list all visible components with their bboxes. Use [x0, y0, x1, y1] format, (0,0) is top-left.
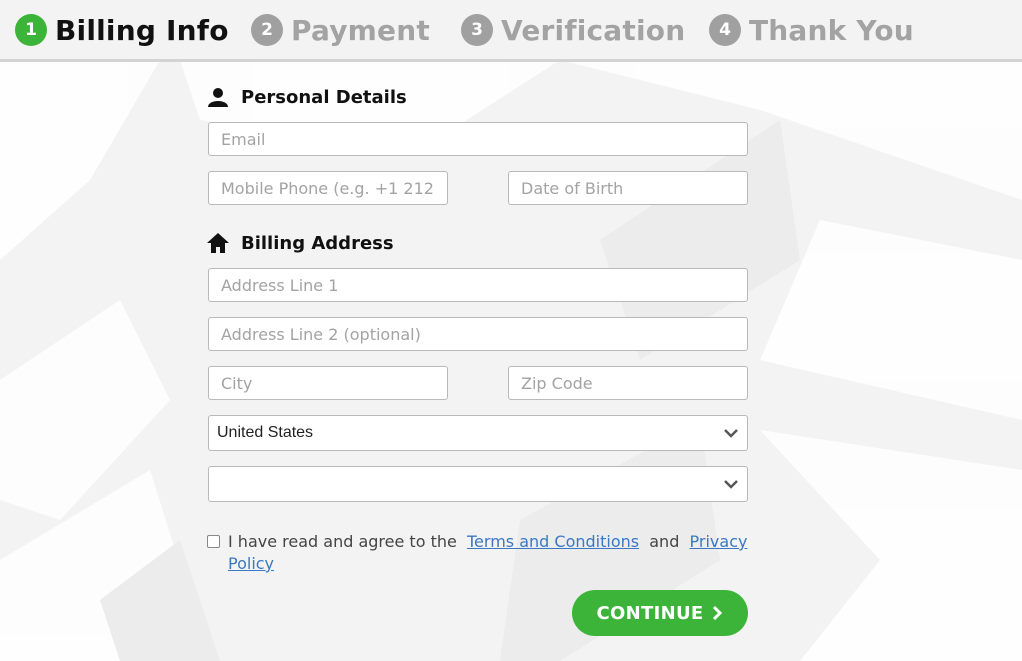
step-number: 1 — [15, 14, 47, 46]
address-line-1-field[interactable] — [208, 268, 748, 302]
step-number: 2 — [251, 14, 283, 46]
mobile-phone-field[interactable] — [208, 171, 448, 205]
terms-agreement: I have read and agree to the Terms and C… — [207, 531, 752, 575]
personal-details-heading: Personal Details — [207, 86, 407, 108]
step-billing-info: 1 Billing Info — [15, 12, 229, 48]
user-icon — [207, 86, 229, 108]
chevron-down-icon — [724, 429, 738, 438]
continue-label: CONTINUE — [596, 602, 704, 624]
and-text: and — [649, 532, 680, 551]
date-of-birth-field[interactable] — [508, 171, 748, 205]
checkout-steps: 1 Billing Info 2 Payment 3 Verification … — [0, 0, 1022, 62]
step-label: Thank You — [749, 13, 914, 47]
city-field[interactable] — [208, 366, 448, 400]
section-title: Billing Address — [241, 232, 394, 254]
agree-checkbox[interactable] — [207, 535, 220, 548]
country-select-value: United States — [217, 424, 314, 441]
step-payment: 2 Payment — [251, 12, 430, 48]
step-thank-you: 4 Thank You — [709, 12, 914, 48]
step-label: Verification — [501, 13, 686, 47]
email-field[interactable] — [208, 122, 748, 156]
address-line-2-field[interactable] — [208, 317, 748, 351]
step-number: 3 — [461, 14, 493, 46]
state-select[interactable] — [208, 466, 748, 502]
chevron-down-icon — [724, 480, 738, 489]
continue-button[interactable]: CONTINUE — [572, 590, 748, 636]
step-number: 4 — [709, 14, 741, 46]
home-icon — [207, 232, 229, 254]
step-verification: 3 Verification — [461, 12, 685, 48]
chevron-right-icon — [713, 606, 723, 620]
agree-text: I have read and agree to the — [228, 532, 457, 551]
step-label: Billing Info — [55, 13, 229, 47]
section-title: Personal Details — [241, 86, 407, 108]
country-select[interactable]: United States — [208, 415, 748, 451]
step-label: Payment — [291, 13, 430, 47]
terms-link[interactable]: Terms and Conditions — [467, 532, 639, 551]
zip-code-field[interactable] — [508, 366, 748, 400]
billing-address-heading: Billing Address — [207, 232, 394, 254]
